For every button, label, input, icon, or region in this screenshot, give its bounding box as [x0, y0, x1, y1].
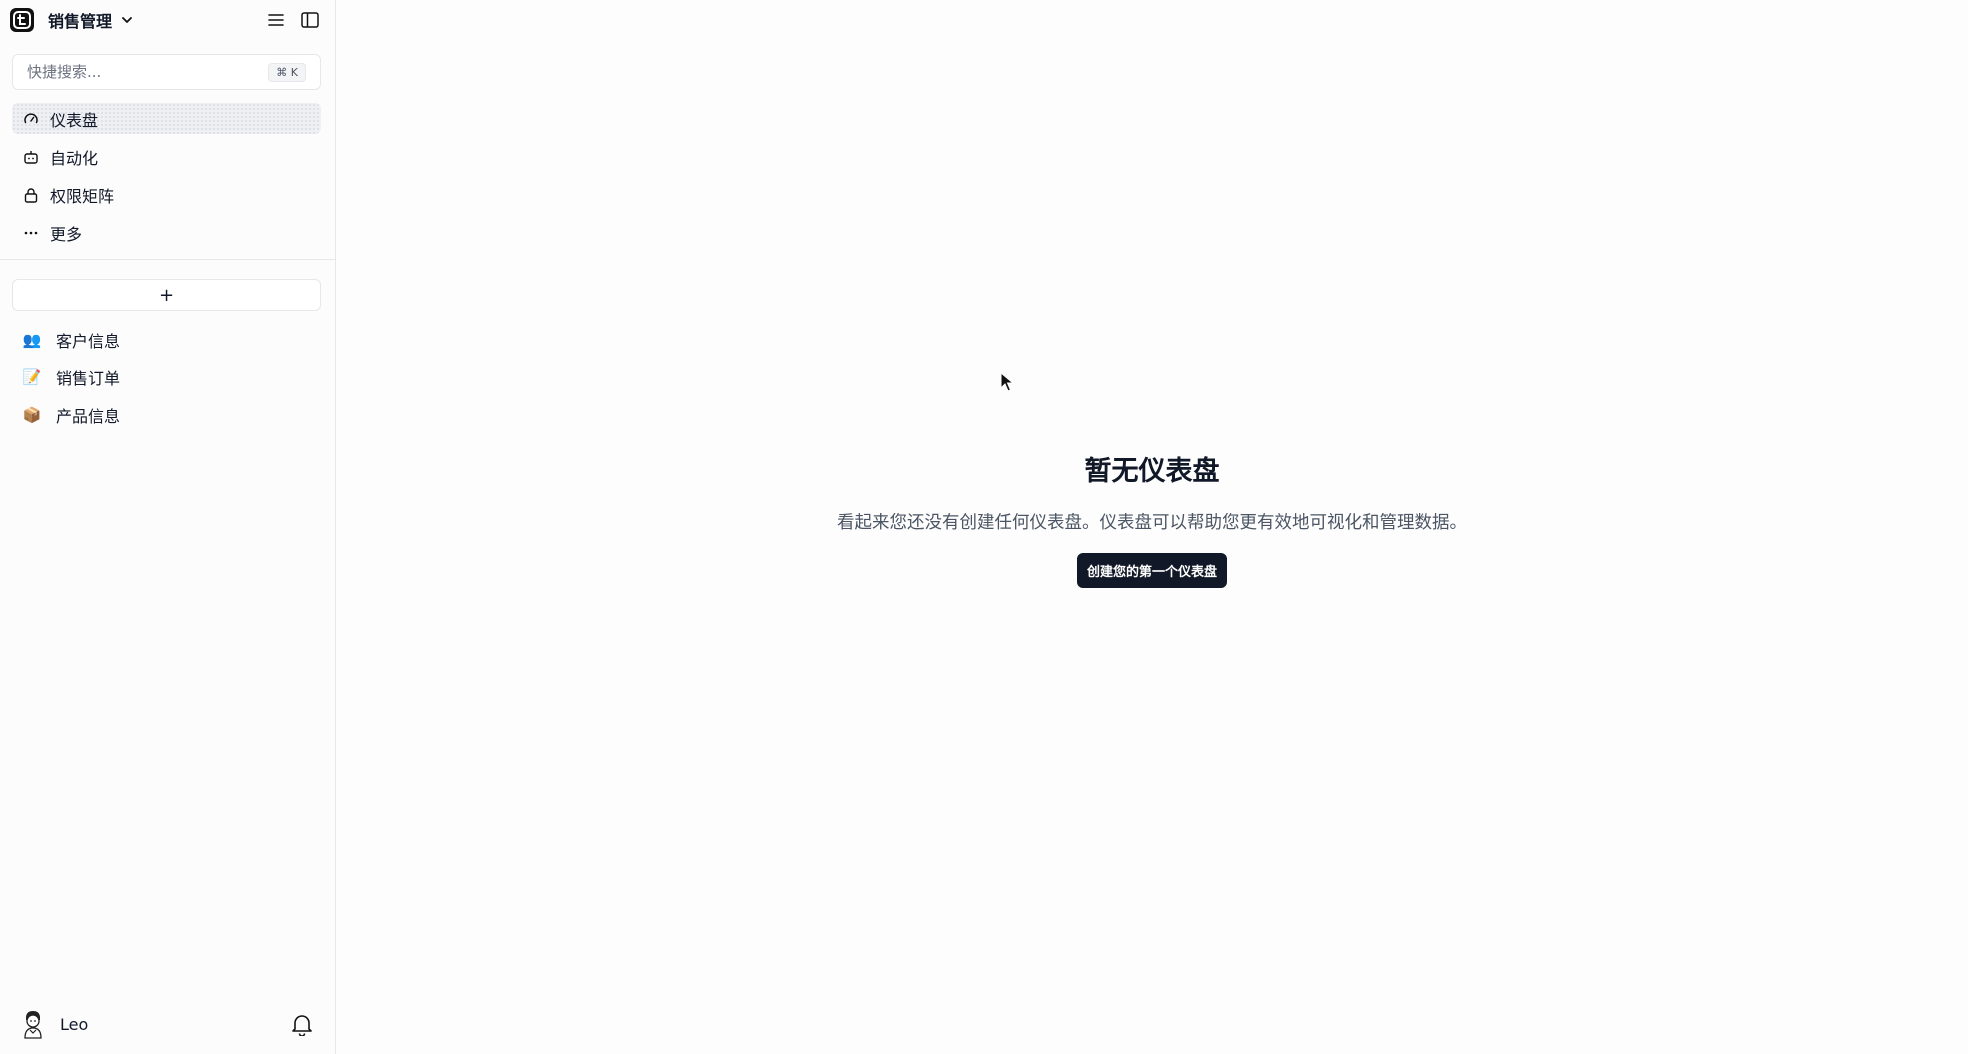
package-icon: 📦 [22, 405, 42, 424]
workspace-name[interactable]: 销售管理 [48, 8, 112, 32]
nav-item-more[interactable]: 更多 [12, 217, 321, 248]
bell-icon[interactable] [291, 1012, 315, 1037]
lock-icon [22, 186, 40, 204]
sidebar-header: 销售管理 [0, 0, 335, 40]
add-table-button[interactable]: + [12, 279, 321, 311]
sidebar-toggle-icon[interactable] [299, 9, 321, 31]
avatar[interactable] [20, 1009, 46, 1039]
sidebar: 销售管理 ⌘ K 仪表盘 [0, 0, 336, 1054]
robot-icon [22, 148, 40, 166]
nav-item-automation[interactable]: 自动化 [12, 141, 321, 172]
user-footer: Leo [0, 994, 335, 1054]
quick-search[interactable]: ⌘ K [12, 54, 321, 90]
user-name[interactable]: Leo [60, 1015, 88, 1034]
app-logo-icon[interactable] [10, 8, 34, 32]
gauge-icon [22, 110, 40, 128]
table-list: 👥 客户信息 📝 销售订单 📦 产品信息 [12, 324, 321, 437]
table-item-products[interactable]: 📦 产品信息 [12, 399, 321, 430]
table-item-label: 客户信息 [56, 331, 121, 351]
main-content: 暂无仪表盘 看起来您还没有创建任何仪表盘。仪表盘可以帮助您更有效地可视化和管理数… [336, 0, 1968, 1054]
empty-state-title: 暂无仪表盘 [1084, 456, 1220, 487]
empty-state: 暂无仪表盘 看起来您还没有创建任何仪表盘。仪表盘可以帮助您更有效地可视化和管理数… [336, 452, 1968, 588]
search-shortcut-badge: ⌘ K [268, 62, 306, 82]
table-item-label: 销售订单 [56, 369, 121, 388]
nav-item-permissions[interactable]: 权限矩阵 [12, 179, 321, 210]
create-dashboard-button[interactable]: 创建您的第一个仪表盘 [1076, 553, 1227, 588]
table-item-orders[interactable]: 📝 销售订单 [12, 362, 321, 393]
nav-item-label: 权限矩阵 [50, 186, 115, 206]
nav-item-label: 仪表盘 [50, 110, 99, 130]
table-item-customers[interactable]: 👥 客户信息 [12, 324, 321, 355]
table-item-label: 产品信息 [56, 406, 121, 426]
header-actions [265, 0, 321, 40]
memo-icon: 📝 [22, 368, 42, 386]
people-icon: 👥 [22, 330, 42, 349]
sidebar-divider [0, 259, 335, 260]
empty-state-description: 看起来您还没有创建任何仪表盘。仪表盘可以帮助您更有效地可视化和管理数据。 [837, 513, 1467, 533]
nav-item-label: 自动化 [50, 148, 99, 168]
app-window: 销售管理 ⌘ K 仪表盘 [0, 0, 1968, 1054]
nav-item-label: 更多 [50, 224, 83, 244]
search-input[interactable] [27, 63, 269, 81]
more-dots-icon [22, 224, 40, 242]
mouse-cursor-icon [1000, 372, 1014, 392]
nav-item-dashboard[interactable]: 仪表盘 [12, 103, 321, 134]
chevron-down-icon[interactable] [120, 13, 134, 27]
main-nav: 仪表盘 自动化 权限矩阵 更多 [12, 103, 321, 255]
menu-icon[interactable] [265, 9, 287, 31]
